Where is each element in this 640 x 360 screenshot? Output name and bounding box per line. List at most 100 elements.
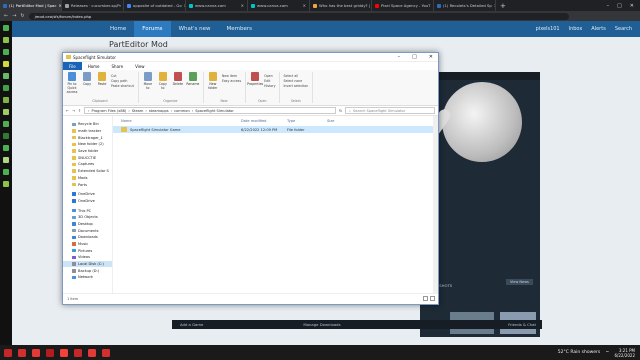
breadcrumb[interactable]: › Program Files (x86) › Steam › steamapps › com…: [84, 107, 336, 114]
nav-item[interactable]: Music: [63, 241, 112, 248]
dock-icon[interactable]: [3, 61, 9, 67]
forward-arrow-icon[interactable]: →: [72, 109, 75, 113]
column-header[interactable]: Name: [113, 119, 241, 123]
ribbon-button-delete[interactable]: Delete: [172, 72, 184, 99]
dock-icon[interactable]: [3, 97, 9, 103]
nav-item[interactable]: Extended Solar S: [63, 168, 112, 175]
column-header[interactable]: Size: [327, 119, 357, 123]
browser-tab[interactable]: opposite of outdated - Go×: [124, 0, 186, 11]
minimize-icon[interactable]: –: [398, 54, 401, 60]
nav-forums[interactable]: Forums: [134, 21, 171, 37]
taskbar-app-icon[interactable]: [46, 348, 54, 357]
ribbon-button-properties[interactable]: Properties: [247, 72, 263, 99]
ribbon-small-easy-access[interactable]: Easy access: [222, 79, 241, 83]
view-news-button[interactable]: View News: [506, 279, 533, 285]
nav-item[interactable]: Parts: [63, 181, 112, 188]
nav-item[interactable]: Save folder: [63, 148, 112, 155]
maximize-icon[interactable]: □: [412, 54, 417, 60]
ribbon-small-paste-shortcut[interactable]: Paste shortcut: [111, 84, 134, 88]
up-arrow-icon[interactable]: ↑: [78, 109, 81, 113]
nav-item[interactable]: New folder (2): [63, 141, 112, 148]
breadcrumb-item[interactable]: common: [174, 109, 190, 113]
tiles-view-icon[interactable]: [430, 296, 435, 301]
ribbon-button-paste[interactable]: Paste: [96, 72, 108, 99]
nav-item[interactable]: Pictures: [63, 247, 112, 254]
manage-downloads-button[interactable]: Manage Downloads: [303, 322, 340, 327]
friends-chat-button[interactable]: Friends & Chat: [508, 322, 542, 327]
browser-tab[interactable]: (1) Recolets's Detailed Sp×: [434, 0, 496, 11]
nav-item[interactable]: Captures: [63, 161, 112, 168]
ribbon-button-move-to[interactable]: Move to: [142, 72, 154, 99]
nav-item[interactable]: OneDrive: [63, 198, 112, 205]
nav-item[interactable]: Documents: [63, 227, 112, 234]
tab-close-icon[interactable]: ×: [241, 3, 244, 8]
start-icon[interactable]: [4, 348, 12, 357]
browser-tab[interactable]: (1) PartEditor Mod | Spac ×: [0, 0, 62, 11]
nav-item[interactable]: Blacktrager_1: [63, 134, 112, 141]
tab-close-icon[interactable]: ×: [303, 3, 306, 8]
nav-item[interactable]: Downloads: [63, 234, 112, 241]
dock-icon[interactable]: [3, 121, 9, 127]
nav-item[interactable]: SNUCCTIE: [63, 154, 112, 161]
minimize-icon[interactable]: –: [607, 3, 610, 9]
table-row[interactable]: Spaceflight Simulator Game 6/22/2022 12:0…: [113, 126, 438, 133]
nav-item[interactable]: Desktop: [63, 221, 112, 228]
ribbon-small-cut[interactable]: Cut: [111, 74, 134, 78]
scrollbar[interactable]: [433, 116, 438, 293]
forward-icon[interactable]: →: [12, 13, 16, 19]
dock-icon[interactable]: [3, 157, 9, 163]
browser-tab[interactable]: Pixel Space Agency - YouT×: [372, 0, 434, 11]
clock[interactable]: 3:21 PM 6/22/2022: [614, 348, 635, 358]
nav-item[interactable]: Network: [63, 274, 112, 281]
browser-tab[interactable]: www.canva.com ×: [186, 0, 248, 11]
reload-icon[interactable]: ↻: [20, 13, 24, 19]
search-link[interactable]: Search: [615, 26, 632, 32]
ribbon-small-edit[interactable]: Edit: [264, 79, 275, 83]
taskbar-app-icon[interactable]: [102, 348, 110, 357]
nav-item[interactable]: This PC: [63, 207, 112, 214]
nav-item[interactable]: Videos: [63, 254, 112, 261]
taskbar-app-icon[interactable]: [74, 348, 82, 357]
details-view-icon[interactable]: [423, 296, 428, 301]
browser-tab[interactable]: Who has the best griddy? |×: [310, 0, 372, 11]
ribbon-small-select-none[interactable]: Select none: [283, 79, 308, 83]
breadcrumb-item[interactable]: Steam: [132, 109, 144, 113]
breadcrumb-item[interactable]: steamapps: [149, 109, 169, 113]
dock-icon[interactable]: [3, 145, 9, 151]
add-game-button[interactable]: Add a Game: [180, 322, 203, 327]
nav-item[interactable]: Recycle Bin: [63, 121, 112, 128]
back-arrow-icon[interactable]: ←: [66, 109, 69, 113]
dock-icon[interactable]: [3, 181, 9, 187]
refresh-icon[interactable]: ↻: [339, 109, 342, 113]
nav-item[interactable]: Backup (D:): [63, 267, 112, 274]
tab-share[interactable]: Share: [106, 62, 130, 70]
dock-icon[interactable]: [3, 49, 9, 55]
maximize-icon[interactable]: □: [617, 3, 622, 9]
tab-home[interactable]: Home: [82, 62, 106, 70]
nav-item[interactable]: Mods: [63, 175, 112, 182]
ribbon-small-select-all[interactable]: Select all: [283, 74, 308, 78]
browser-tab[interactable]: Releases · cucumber-sp/Pr×: [62, 0, 124, 11]
ribbon-button-copy-to[interactable]: Copy to: [157, 72, 169, 99]
inbox-link[interactable]: Inbox: [569, 26, 583, 32]
column-header[interactable]: Type: [287, 119, 327, 123]
search-input[interactable]: ⌕ Search Spaceflight Simulator: [345, 107, 435, 114]
ribbon-button-new-folder[interactable]: New folder: [207, 72, 219, 99]
user-menu[interactable]: pixels101: [536, 26, 560, 32]
ribbon-small-new-item[interactable]: New item: [222, 74, 241, 78]
taskbar-app-icon[interactable]: [60, 348, 68, 357]
url-field[interactable]: jmod.ceo/sfs/forum/index.php: [28, 12, 569, 20]
nav-home[interactable]: Home: [102, 21, 134, 37]
taskbar-app-icon[interactable]: [88, 348, 96, 357]
nav-what-s-new[interactable]: What's new: [171, 21, 219, 37]
dock-icon[interactable]: [3, 37, 9, 43]
alerts-link[interactable]: Alerts: [591, 26, 606, 32]
ribbon-button-copy[interactable]: Copy: [81, 72, 93, 99]
nav-item[interactable]: OneDrive: [63, 191, 112, 198]
breadcrumb-item[interactable]: Spaceflight Simulator: [195, 109, 234, 113]
nav-item[interactable]: Local Disk (C:): [63, 260, 112, 268]
column-header[interactable]: Date modified: [241, 119, 287, 123]
weather-widget[interactable]: 52°C Rain showers: [558, 350, 600, 355]
ribbon-small-copy-path[interactable]: Copy path: [111, 79, 134, 83]
wifi-icon[interactable]: ⌔: [605, 350, 609, 356]
